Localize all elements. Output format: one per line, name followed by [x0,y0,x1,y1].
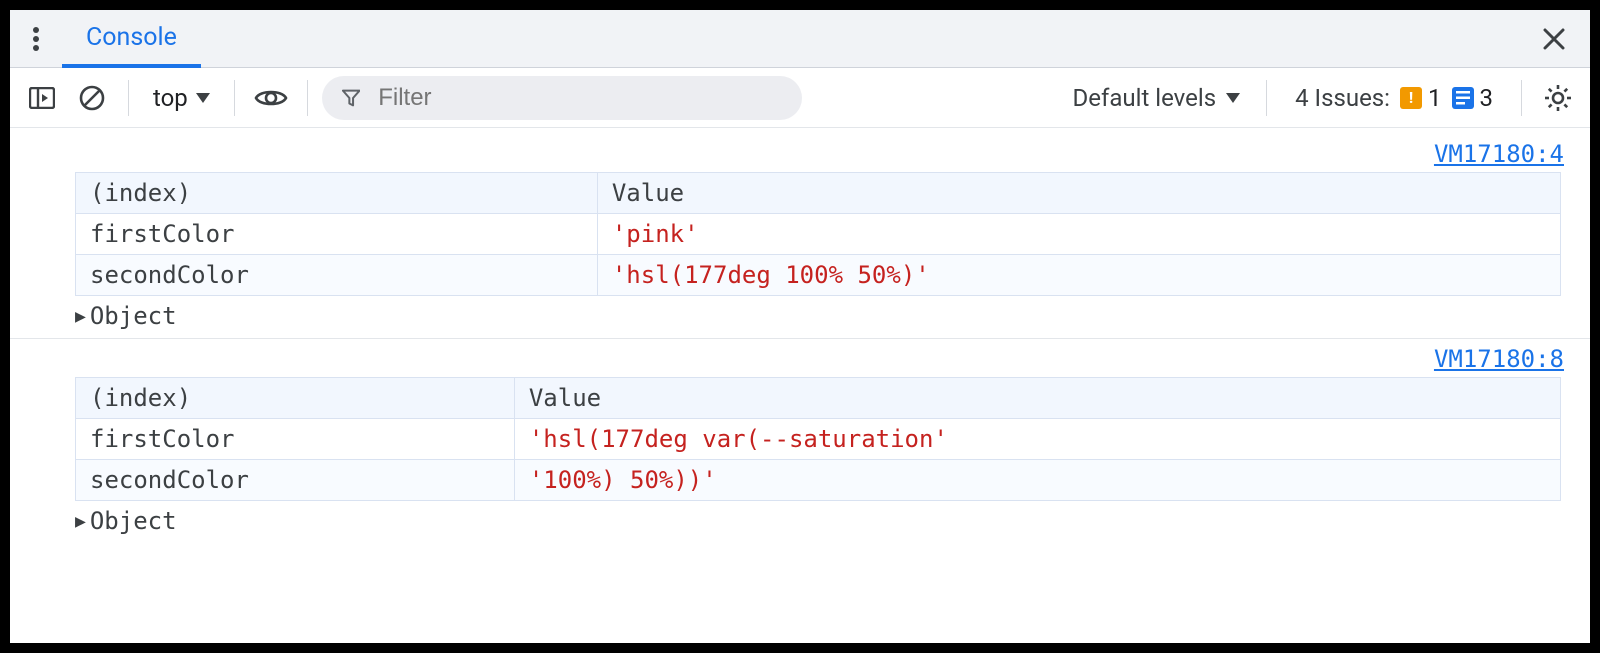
source-link[interactable]: VM17180:4 [1434,140,1564,168]
th-index: (index) [76,173,598,214]
issues-label: 4 Issues: [1295,84,1390,112]
warn-icon: ! [1400,87,1422,109]
live-expression-button[interactable] [249,76,293,120]
th-index: (index) [76,378,515,419]
console-settings-button[interactable] [1536,76,1580,120]
separator [234,80,235,116]
separator [128,80,129,116]
expand-object[interactable]: ▶ Object [10,501,1590,535]
gear-icon [1544,84,1572,112]
th-value: Value [597,173,1560,214]
table-header-row: (index) Value [76,378,1561,419]
console-table: (index) Value firstColor 'pink' secondCo… [75,172,1561,296]
cell-key: secondColor [76,255,598,296]
object-label: Object [90,302,177,330]
console-table: (index) Value firstColor 'hsl(177deg var… [75,377,1561,501]
console-toolbar: top Default levels 4 [10,68,1590,128]
console-messages[interactable]: VM17180:4 (index) Value firstColor 'pink… [10,128,1590,643]
table-row: secondColor 'hsl(177deg 100% 50%)' [76,255,1561,296]
chevron-down-icon [196,93,210,103]
console-message-group: VM17180:4 (index) Value firstColor 'pink… [10,134,1590,339]
cell-key: firstColor [76,419,515,460]
close-icon [1543,28,1565,50]
cell-value: '100%) 50%))' [514,460,1560,501]
context-selector[interactable]: top [143,84,220,112]
separator [307,80,308,116]
tab-bar: Console [10,10,1590,68]
more-menu-button[interactable] [16,19,56,59]
table-row: firstColor 'hsl(177deg var(--saturation' [76,419,1561,460]
tab-label: Console [86,23,177,52]
separator [1266,80,1267,116]
clear-console-button[interactable] [70,76,114,120]
cell-key: firstColor [76,214,598,255]
separator [1521,80,1522,116]
filter-input[interactable] [376,83,782,113]
issues-info-count: 3 [1480,84,1494,112]
log-levels-selector[interactable]: Default levels [1061,84,1253,112]
console-message-group: VM17180:8 (index) Value firstColor 'hsl(… [10,339,1590,543]
cell-value: 'hsl(177deg var(--saturation' [514,419,1560,460]
triangle-right-icon: ▶ [75,511,86,532]
cell-key: secondColor [76,460,515,501]
context-label: top [153,84,188,112]
triangle-right-icon: ▶ [75,306,86,327]
chevron-down-icon [1226,93,1240,103]
filter-icon [342,88,360,108]
issues-info: 3 [1452,84,1494,112]
source-link[interactable]: VM17180:8 [1434,345,1564,373]
table-header-row: (index) Value [76,173,1561,214]
cell-value: 'hsl(177deg 100% 50%)' [597,255,1560,296]
th-value: Value [514,378,1560,419]
ban-icon [78,84,106,112]
eye-icon [254,87,288,109]
levels-label: Default levels [1073,84,1217,112]
panel-icon [29,87,55,109]
issues-summary[interactable]: 4 Issues: ! 1 3 [1281,84,1507,112]
info-icon [1452,87,1474,109]
tab-console[interactable]: Console [62,11,201,68]
toggle-sidebar-button[interactable] [20,76,64,120]
issues-warn-count: 1 [1428,84,1442,112]
table-row: firstColor 'pink' [76,214,1561,255]
cell-value: 'pink' [597,214,1560,255]
filter-field[interactable] [322,76,802,120]
table-row: secondColor '100%) 50%))' [76,460,1561,501]
issues-warn: ! 1 [1400,84,1442,112]
expand-object[interactable]: ▶ Object [10,296,1590,330]
object-label: Object [90,507,177,535]
close-devtools-button[interactable] [1534,19,1574,59]
devtools-window: Console top [0,0,1600,653]
kebab-icon [33,27,39,51]
